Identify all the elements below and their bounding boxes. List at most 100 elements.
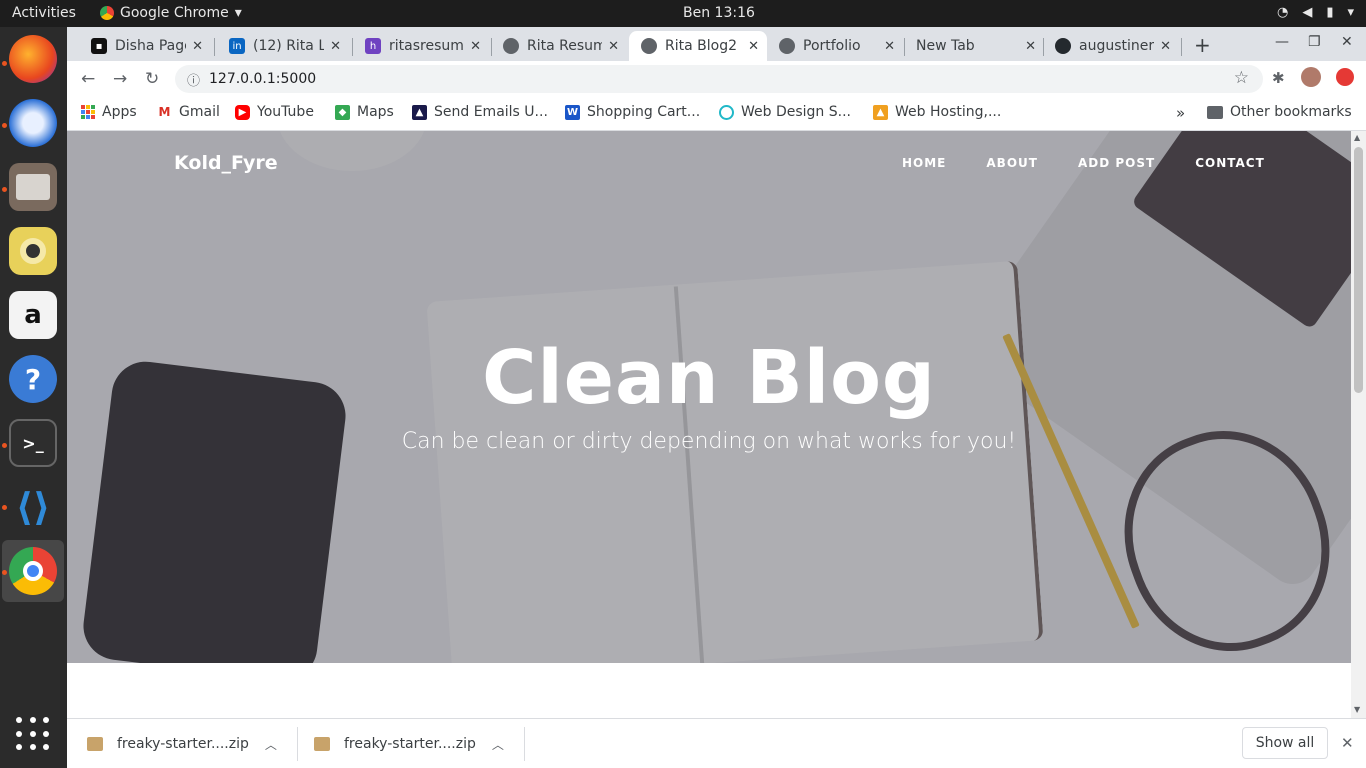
help-icon[interactable]: ? <box>9 355 57 403</box>
rhythmbox-icon[interactable] <box>9 227 57 275</box>
nav-contact[interactable]: CONTACT <box>1195 156 1265 170</box>
tab[interactable]: augustiner ✕ <box>1043 31 1179 61</box>
show-all-button[interactable]: Show all <box>1242 727 1328 759</box>
download-separator <box>524 727 525 761</box>
chevron-up-icon[interactable]: ︿ <box>492 736 504 753</box>
bookmark-web-design[interactable]: Web Design S... <box>719 104 851 120</box>
vscode-icon[interactable]: ⟨⟩ <box>9 483 57 531</box>
system-tray[interactable]: ◔ ◀ ▮ ▾ <box>1277 5 1354 20</box>
close-icon[interactable]: ✕ <box>470 39 481 54</box>
nav-add-post[interactable]: ADD POST <box>1078 156 1155 170</box>
extensions-icon[interactable]: ✱ <box>1272 69 1285 87</box>
tab-title: Rita Resum <box>527 38 603 54</box>
close-icon[interactable]: ✕ <box>192 39 203 54</box>
hero-heading: Clean Blog Can be clean or dirty dependi… <box>67 335 1351 454</box>
wifi-icon: ◔ <box>1276 5 1289 20</box>
chevron-up-icon[interactable]: ︿ <box>265 736 277 753</box>
bookmark-web-hosting[interactable]: ▲ Web Hosting,... <box>873 104 1001 120</box>
bookmarks-bar: Apps M Gmail ▶ YouTube ◆ Maps ▲ Send Ema… <box>67 97 1366 131</box>
download-item[interactable]: freaky-starter....zip ︿ <box>87 727 277 761</box>
tab[interactable]: Portfolio ✕ <box>767 31 903 61</box>
app-name: Google Chrome <box>120 5 229 21</box>
bookmark-star-icon[interactable]: ☆ <box>1234 68 1249 88</box>
activities-button[interactable]: Activities <box>12 5 76 21</box>
download-item[interactable]: freaky-starter....zip ︿ <box>314 727 504 761</box>
bookmark-send-emails[interactable]: ▲ Send Emails U... <box>412 104 548 120</box>
tab-separator <box>1181 38 1182 56</box>
scroll-up-icon[interactable]: ▲ <box>1354 133 1360 142</box>
forward-icon[interactable]: → <box>113 69 127 89</box>
clock[interactable]: Ben 13:16 <box>683 5 755 21</box>
page-scrollbar[interactable]: ▲ ▼ <box>1351 131 1366 718</box>
tab[interactable]: h ritasresum ✕ <box>353 31 489 61</box>
chevron-down-icon: ▾ <box>1347 5 1354 20</box>
download-filename: freaky-starter....zip <box>117 736 249 752</box>
chrome-icon[interactable] <box>9 547 57 595</box>
address-bar[interactable]: ⓘ 127.0.0.1:5000 ☆ <box>175 65 1263 93</box>
restore-icon[interactable]: ❐ <box>1308 34 1321 50</box>
info-icon[interactable]: ⓘ <box>187 70 200 89</box>
tab[interactable]: ▪ Disha Page ✕ <box>79 31 211 61</box>
avatar[interactable] <box>1301 67 1321 87</box>
update-icon[interactable] <box>1336 68 1354 86</box>
close-icon[interactable]: ✕ <box>884 39 895 54</box>
amazon-icon[interactable]: a <box>9 291 57 339</box>
bookmark-gmail[interactable]: M Gmail <box>157 104 220 120</box>
gmail-icon: M <box>157 104 172 120</box>
new-tab-button[interactable]: + <box>1194 33 1211 57</box>
bookmark-label: Apps <box>102 104 137 120</box>
close-window-icon[interactable]: ✕ <box>1341 34 1353 50</box>
bookmark-label: Send Emails U... <box>434 104 548 120</box>
close-icon[interactable]: ✕ <box>330 39 341 54</box>
files-icon[interactable] <box>9 163 57 211</box>
close-icon[interactable]: ✕ <box>1160 39 1171 54</box>
download-bar: freaky-starter....zip ︿ freaky-starter..… <box>67 718 1366 768</box>
tab[interactable]: Rita Resum ✕ <box>491 31 627 61</box>
thunderbird-icon[interactable] <box>9 99 57 147</box>
tab[interactable]: in (12) Rita Lo ✕ <box>217 31 349 61</box>
close-icon[interactable]: ✕ <box>748 39 759 54</box>
globe-icon <box>503 38 519 54</box>
disha-icon: ▪ <box>91 38 107 54</box>
folder-icon <box>1207 105 1223 119</box>
url-text[interactable]: 127.0.0.1:5000 <box>209 71 316 87</box>
tab-title: (12) Rita Lo <box>253 38 325 54</box>
youtube-icon: ▶ <box>235 104 250 120</box>
bookmarks-overflow-button[interactable]: » <box>1176 104 1185 122</box>
firefox-icon[interactable] <box>9 35 57 83</box>
back-icon[interactable]: ← <box>81 69 95 89</box>
nav-about[interactable]: ABOUT <box>986 156 1038 170</box>
app-menu[interactable]: Google Chrome ▾ <box>100 5 242 21</box>
bookmark-maps[interactable]: ◆ Maps <box>335 104 394 120</box>
tab-title: augustiner <box>1079 38 1155 54</box>
minimize-icon[interactable]: — <box>1275 34 1289 50</box>
bookmark-shopping-cart[interactable]: W Shopping Cart... <box>565 104 700 120</box>
web-hosting-icon: ▲ <box>873 104 888 120</box>
web-design-icon <box>719 104 734 120</box>
nav-home[interactable]: HOME <box>902 156 946 170</box>
apps-grid-icon <box>81 105 95 119</box>
other-bookmarks[interactable]: Other bookmarks <box>1207 104 1352 120</box>
close-icon[interactable]: ✕ <box>1025 39 1036 54</box>
show-apps-icon[interactable] <box>16 717 50 751</box>
tab[interactable]: New Tab ✕ <box>904 31 1044 61</box>
site-brand[interactable]: Kold_Fyre <box>174 152 278 174</box>
bookmark-label: Web Design S... <box>741 104 851 120</box>
archive-icon <box>314 737 330 751</box>
bookmark-label: Web Hosting,... <box>895 104 1002 120</box>
bookmark-apps[interactable]: Apps <box>81 104 137 120</box>
terminal-icon[interactable]: >_ <box>9 419 57 467</box>
bookmark-youtube[interactable]: ▶ YouTube <box>235 104 314 120</box>
globe-icon <box>779 38 795 54</box>
scrollbar-thumb[interactable] <box>1354 147 1363 393</box>
scroll-down-icon[interactable]: ▼ <box>1354 705 1360 714</box>
running-indicator <box>2 570 7 575</box>
archive-icon <box>87 737 103 751</box>
tab-active[interactable]: Rita Blog2 ✕ <box>629 31 767 61</box>
close-icon[interactable]: ✕ <box>1341 734 1354 752</box>
volume-icon: ◀ <box>1302 5 1313 20</box>
tab-strip: ▪ Disha Page ✕ in (12) Rita Lo ✕ h ritas… <box>67 27 1366 61</box>
reload-icon[interactable]: ↻ <box>145 69 159 89</box>
close-icon[interactable]: ✕ <box>608 39 619 54</box>
tab-title: ritasresum <box>389 38 464 54</box>
